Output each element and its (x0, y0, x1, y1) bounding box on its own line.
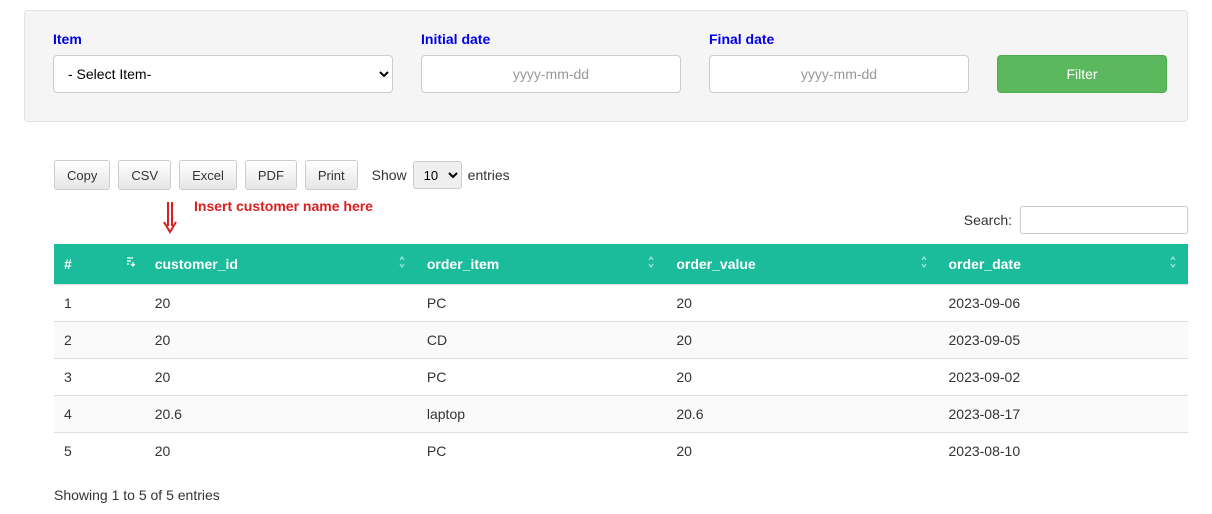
col-header-order-date[interactable]: order_date (939, 244, 1189, 285)
table-header-row: # customer_id order_item (54, 244, 1188, 285)
table-row: 220CD202023-09-05 (54, 322, 1188, 359)
entries-label: entries (468, 167, 510, 183)
col-header-customer-id-label: customer_id (155, 256, 238, 272)
cell-customer_id: 20 (145, 285, 417, 322)
cell-order_item: laptop (417, 396, 666, 433)
cell-order_item: PC (417, 285, 666, 322)
cell-order_item: PC (417, 433, 666, 470)
final-date-input[interactable] (709, 55, 969, 93)
table-row: 320PC202023-09-02 (54, 359, 1188, 396)
col-header-order-date-label: order_date (949, 256, 1021, 272)
table-info: Showing 1 to 5 of 5 entries (54, 487, 1188, 503)
cell-order_value: 20 (666, 322, 938, 359)
filter-group-final-date: Final date (709, 31, 969, 93)
copy-button[interactable]: Copy (54, 160, 110, 190)
table-body: 120PC202023-09-06220CD202023-09-05320PC2… (54, 285, 1188, 470)
cell-idx: 5 (54, 433, 145, 470)
length-select[interactable]: 10 (413, 161, 462, 189)
cell-order_date: 2023-09-06 (939, 285, 1189, 322)
cell-order_value: 20.6 (666, 396, 938, 433)
sort-desc-icon (125, 256, 135, 271)
cell-order_date: 2023-08-17 (939, 396, 1189, 433)
col-header-order-value[interactable]: order_value (666, 244, 938, 285)
cell-idx: 4 (54, 396, 145, 433)
filter-panel: Item - Select Item- Initial date Final d… (24, 10, 1188, 122)
cell-order_date: 2023-09-02 (939, 359, 1189, 396)
pdf-button[interactable]: PDF (245, 160, 297, 190)
col-header-index-label: # (64, 256, 72, 272)
cell-idx: 1 (54, 285, 145, 322)
final-date-label: Final date (709, 31, 969, 47)
csv-button[interactable]: CSV (118, 160, 171, 190)
col-header-customer-id[interactable]: customer_id (145, 244, 417, 285)
filter-group-initial-date: Initial date (421, 31, 681, 93)
col-header-index[interactable]: # (54, 244, 145, 285)
cell-order_value: 20 (666, 359, 938, 396)
sort-icon (1168, 256, 1178, 271)
cell-order_date: 2023-09-05 (939, 322, 1189, 359)
cell-customer_id: 20.6 (145, 396, 417, 433)
excel-button[interactable]: Excel (179, 160, 237, 190)
cell-order_item: PC (417, 359, 666, 396)
cell-customer_id: 20 (145, 433, 417, 470)
length-control: Show 10 entries (372, 161, 510, 189)
data-table: # customer_id order_item (54, 244, 1188, 469)
table-toolbar: Copy CSV Excel PDF Print Show 10 entries (54, 160, 1188, 190)
sort-icon (919, 256, 929, 271)
item-select[interactable]: - Select Item- (53, 55, 393, 93)
table-row: 120PC202023-09-06 (54, 285, 1188, 322)
cell-order_date: 2023-08-10 (939, 433, 1189, 470)
cell-order_value: 20 (666, 433, 938, 470)
filter-group-button: Filter (997, 55, 1167, 93)
arrow-down-icon (162, 200, 192, 237)
table-head: # customer_id order_item (54, 244, 1188, 285)
table-row: 420.6laptop20.62023-08-17 (54, 396, 1188, 433)
cell-order_item: CD (417, 322, 666, 359)
filter-group-item: Item - Select Item- (53, 31, 393, 93)
col-header-order-value-label: order_value (676, 256, 755, 272)
col-header-order-item-label: order_item (427, 256, 499, 272)
table-row: 520PC202023-08-10 (54, 433, 1188, 470)
filter-button[interactable]: Filter (997, 55, 1167, 93)
cell-customer_id: 20 (145, 322, 417, 359)
cell-idx: 3 (54, 359, 145, 396)
sort-icon (397, 256, 407, 271)
cell-order_value: 20 (666, 285, 938, 322)
initial-date-label: Initial date (421, 31, 681, 47)
data-table-wrap: # customer_id order_item (54, 244, 1188, 469)
cell-customer_id: 20 (145, 359, 417, 396)
annotation-text: Insert customer name here (194, 198, 373, 214)
col-header-order-item[interactable]: order_item (417, 244, 666, 285)
print-button[interactable]: Print (305, 160, 358, 190)
cell-idx: 2 (54, 322, 145, 359)
sort-icon (646, 256, 656, 271)
item-label: Item (53, 31, 393, 47)
annotation: Insert customer name here (54, 198, 1188, 228)
show-label: Show (372, 167, 407, 183)
initial-date-input[interactable] (421, 55, 681, 93)
